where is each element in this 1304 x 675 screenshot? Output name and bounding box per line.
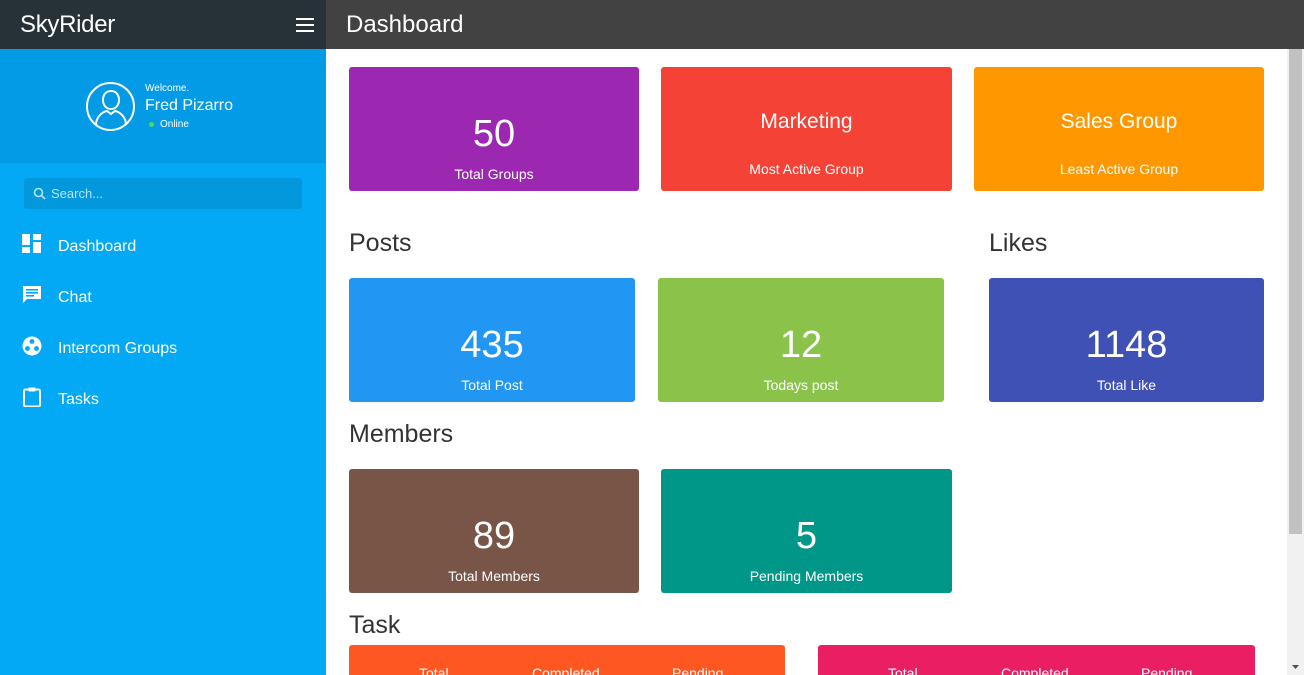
task-card[interactable]: Total Completed Pending [349,645,785,675]
search-input[interactable] [51,186,291,201]
total-groups-label: Total Groups [454,166,534,182]
sidebar-item-label: Dashboard [58,238,137,255]
total-like-label: Total Like [1096,377,1157,393]
user-name: Fred Pizarro [145,96,234,114]
members-section-title: Members [349,420,454,448]
main-scrollbar[interactable] [1287,49,1304,675]
user-icon [94,89,127,125]
groups-icon [22,336,42,356]
dashboard-content: 50 Total Groups Marketing Most Active Gr… [326,49,1287,675]
pending-members-value: 5 [795,515,818,557]
user-profile: Welcome. Fred Pizarro Online [0,49,326,163]
total-members-card[interactable]: 89 Total Members [349,469,639,593]
most-active-group-value: Marketing [760,110,853,133]
todays-post-value: 12 [779,324,823,366]
total-like-value: 1148 [1085,324,1168,366]
sidebar-item-tasks[interactable]: Tasks [0,387,326,441]
dashboard-icon [22,234,41,253]
todays-post-label: Todays post [763,377,839,393]
status-text: Online [160,118,189,130]
status-indicator: Online [145,119,233,130]
task-pending-label: Pending [672,665,724,675]
online-dot-icon [149,121,154,127]
task-pending-label: Pending [1141,665,1193,675]
menu-toggle-icon[interactable] [296,17,314,32]
scroll-thumb[interactable] [1289,49,1302,534]
brand-logo[interactable]: SkyRider [20,11,115,39]
avatar[interactable] [86,81,135,131]
total-members-value: 89 [472,515,516,557]
most-active-group-card[interactable]: Marketing Most Active Group [661,67,952,191]
search-icon [33,187,46,200]
total-post-value: 435 [460,324,524,366]
total-members-label: Total Members [448,568,540,584]
most-active-group-label: Most Active Group [749,161,864,177]
total-groups-value: 50 [472,113,516,155]
posts-section-title: Posts [349,229,412,257]
scroll-down-icon[interactable] [1287,658,1304,675]
total-post-label: Total Post [461,377,523,393]
task-total-label: Total [419,665,449,675]
sidebar-item-dashboard[interactable]: Dashboard [0,234,326,288]
welcome-text: Welcome. [145,82,190,94]
sidebar-item-intercom-groups[interactable]: Intercom Groups [0,336,326,390]
task-total-label: Total [888,665,918,675]
task-card[interactable]: Total Completed Pending [818,645,1255,675]
sidebar-item-label: Tasks [58,391,99,408]
total-post-card[interactable]: 435 Total Post [349,278,635,402]
sidebar-item-label: Chat [58,289,92,306]
brand-bar: SkyRider [0,0,326,49]
top-bar: Dashboard [326,0,1304,49]
least-active-group-value: Sales Group [1060,110,1178,133]
clipboard-icon [23,387,41,407]
page-title: Dashboard [346,10,464,38]
todays-post-card[interactable]: 12 Todays post [658,278,944,402]
task-section-title: Task [349,611,401,639]
pending-members-card[interactable]: 5 Pending Members [661,469,952,593]
sidebar-item-chat[interactable]: Chat [0,286,326,339]
sidebar-item-label: Intercom Groups [58,340,178,357]
chat-icon [23,286,41,303]
least-active-group-card[interactable]: Sales Group Least Active Group [974,67,1264,191]
task-completed-label: Completed [1001,665,1069,675]
task-completed-label: Completed [532,665,600,675]
total-groups-card[interactable]: 50 Total Groups [349,67,639,191]
least-active-group-label: Least Active Group [1059,161,1179,177]
sidebar: SkyRider Welcome. Fred Pizarro Online Se… [0,0,326,675]
total-like-card[interactable]: 1148 Total Like [989,278,1264,402]
sidebar-nav: Dashboard Chat Intercom Groups Tasks [0,234,326,441]
pending-members-label: Pending Members [749,568,864,584]
search-box [24,178,302,209]
likes-section-title: Likes [989,229,1048,257]
